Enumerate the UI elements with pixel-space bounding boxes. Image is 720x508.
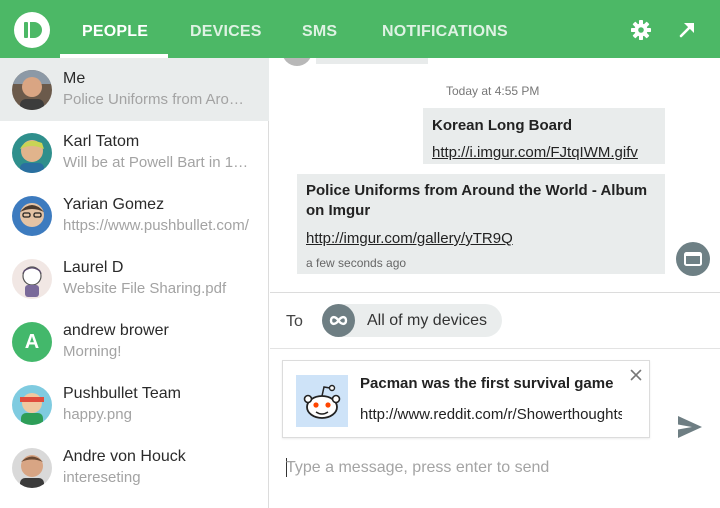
avatar (12, 259, 52, 299)
device-target-label: All of my devices (367, 312, 488, 329)
contact-andrew-brower[interactable]: A andrew brower Morning! (0, 310, 269, 373)
close-icon[interactable] (628, 367, 644, 383)
pushbullet-logo-icon[interactable] (14, 12, 50, 48)
avatar (12, 70, 52, 110)
contact-preview: Police Uniforms from Around the World - … (63, 91, 249, 108)
tab-people[interactable]: PEOPLE (82, 0, 148, 58)
window-toggle-button[interactable] (676, 242, 710, 276)
recipient-row: To All of my devices (270, 294, 720, 349)
message-time: a few seconds ago (306, 256, 407, 270)
contact-yarian-gomez[interactable]: Yarian Gomez https://www.pushbullet.com/ (0, 184, 269, 247)
tab-devices[interactable]: DEVICES (190, 0, 262, 58)
contacts-sidebar: Me Police Uniforms from Around the World… (0, 58, 269, 508)
message-link[interactable]: http://imgur.com/gallery/yTR9Q (306, 230, 513, 247)
message-thread[interactable]: Today at 4:55 PM Korean Long Board http:… (270, 58, 720, 293)
contact-laurel-d[interactable]: Laurel D Website File Sharing.pdf (0, 247, 269, 310)
contact-name: Karl Tatom (63, 133, 140, 150)
avatar (12, 385, 52, 425)
contact-pushbullet-team[interactable]: Pushbullet Team happy.png (0, 373, 269, 436)
contact-andre-von-houck[interactable]: Andre von Houck intereseting (0, 436, 269, 499)
message-title: Korean Long Board (432, 117, 573, 134)
top-bar: PEOPLE DEVICES SMS NOTIFICATIONS (0, 0, 720, 58)
avatar-letter: A (12, 322, 52, 362)
contact-preview: Will be at Powell Bart in 10 minutes (63, 154, 249, 171)
contact-name: Laurel D (63, 259, 124, 276)
contact-preview: https://www.pushbullet.com/ (63, 217, 249, 234)
infinity-icon (322, 304, 355, 337)
message-input[interactable] (286, 456, 706, 480)
contact-preview: happy.png (63, 406, 132, 423)
popout-arrow-icon[interactable] (675, 18, 699, 42)
contact-preview: Website File Sharing.pdf (63, 280, 227, 297)
thread-timestamp: Today at 4:55 PM (446, 84, 540, 98)
avatar (12, 448, 52, 488)
message-bubble: Police Uniforms from Around the World - … (297, 174, 665, 274)
contact-me[interactable]: Me Police Uniforms from Around the World… (0, 58, 269, 121)
send-icon[interactable] (676, 414, 704, 440)
previous-message-bubble (316, 58, 428, 64)
contact-name: Pushbullet Team (63, 385, 181, 402)
message-title: Police Uniforms from Around the World - … (306, 182, 648, 219)
device-target-selector[interactable]: All of my devices (322, 304, 502, 337)
link-attachment-card[interactable]: Pacman was the first survival game http:… (282, 360, 650, 438)
attachment-url: http://www.reddit.com/r/Showerthoughts (360, 406, 622, 423)
contact-name: andrew brower (63, 322, 169, 339)
contact-preview: Morning! (63, 343, 122, 360)
contact-name: Andre von Houck (63, 448, 186, 465)
gear-icon[interactable] (629, 18, 653, 42)
avatar (12, 133, 52, 173)
message-link[interactable]: http://i.imgur.com/FJtqIWM.gifv (432, 144, 638, 161)
contact-name: Yarian Gomez (63, 196, 165, 213)
conversation-pane: Today at 4:55 PM Korean Long Board http:… (270, 58, 720, 508)
window-icon (684, 252, 702, 266)
to-label: To (286, 313, 303, 330)
tab-notifications[interactable]: NOTIFICATIONS (382, 0, 508, 58)
contact-name: Me (63, 70, 86, 87)
message-bubble: Korean Long Board http://i.imgur.com/FJt… (423, 108, 665, 164)
tab-sms[interactable]: SMS (302, 0, 337, 58)
avatar (12, 196, 52, 236)
contact-karl-tatom[interactable]: Karl Tatom Will be at Powell Bart in 10 … (0, 121, 269, 184)
contact-preview: intereseting (63, 469, 141, 486)
previous-message-avatar (282, 58, 312, 66)
reddit-alien-icon (296, 375, 348, 427)
attachment-title: Pacman was the first survival game (360, 375, 614, 392)
